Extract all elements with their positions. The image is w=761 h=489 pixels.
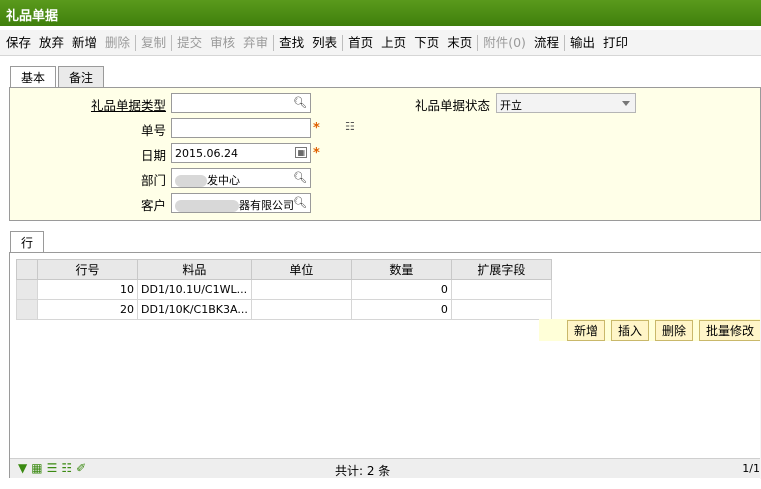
toolbar-button: 删除 <box>105 34 131 50</box>
toolbar-button[interactable]: 上页 <box>377 30 410 56</box>
toolbar-separator <box>563 34 565 51</box>
toolbar-button[interactable]: 查找 <box>275 30 308 56</box>
lines-grid-panel: 行号 料品 单位 数量 扩展字段 10 DD1/10.1U/C1WL... 0 … <box>9 252 761 479</box>
toolbar-separator <box>342 34 344 51</box>
cell-line-no[interactable]: 10 <box>37 279 138 300</box>
row-header-corner <box>16 259 38 280</box>
row-selector[interactable] <box>16 279 38 300</box>
row-selector[interactable] <box>16 299 38 320</box>
export-excel-icon[interactable]: ✐ <box>76 461 86 475</box>
insert-rows-icon[interactable]: ☰ <box>47 461 58 475</box>
toolbar-button: 附件(0) <box>483 34 526 50</box>
record-count: 共计: 2 条 <box>335 464 391 478</box>
cell-line-no[interactable]: 20 <box>37 299 138 320</box>
window-title: 礼品单据 <box>0 0 761 26</box>
cell-ext[interactable] <box>450 299 552 320</box>
numbering-icon[interactable]: ☷ <box>345 120 355 133</box>
add-grid-icon[interactable]: ▦ <box>31 461 42 475</box>
table-row[interactable]: 20 DD1/10K/C1BK3A... 0 <box>16 299 552 320</box>
toolbar: 保存 放弃 新增 删除 复制 提交 审核 弃审 查找 列表 首页 上页 下页 末页 附件(0) 流程 输出 打印 <box>0 30 761 56</box>
required-mark: * <box>313 146 320 161</box>
col-header-ext[interactable]: 扩展字段 <box>450 259 552 280</box>
cell-ext[interactable] <box>450 279 552 300</box>
filter-icon[interactable]: ▼ <box>18 461 27 475</box>
customer-input[interactable]: 器有限公司 🔍︎ <box>171 193 311 213</box>
cell-unit[interactable] <box>250 279 352 300</box>
search-icon[interactable]: 🔍︎ <box>293 96 307 109</box>
lines-tabs: 行 <box>10 231 45 253</box>
dept-label: 部门 <box>140 173 166 188</box>
toolbar-button: 提交 <box>177 34 203 50</box>
col-header-item[interactable]: 料品 <box>137 259 252 280</box>
cell-qty[interactable]: 0 <box>350 299 452 320</box>
delete-rows-icon[interactable]: ☷ <box>61 461 72 475</box>
toolbar-button[interactable]: 首页 <box>344 30 377 56</box>
toolbar-button[interactable]: 末页 <box>443 30 476 56</box>
redacted-text <box>175 200 239 212</box>
toolbar-button[interactable]: 保存 <box>2 30 35 56</box>
chevron-down-icon <box>622 101 630 106</box>
gift-type-label[interactable]: 礼品单据类型 <box>46 95 166 114</box>
status-select[interactable]: 开立 <box>496 93 636 113</box>
col-header-line-no[interactable]: 行号 <box>37 259 138 280</box>
date-label: 日期 <box>140 148 166 163</box>
table-row[interactable]: 10 DD1/10.1U/C1WL... 0 <box>16 279 552 300</box>
form-tabs: 基本 备注 <box>10 66 106 88</box>
lines-table: 行号 料品 单位 数量 扩展字段 10 DD1/10.1U/C1WL... 0 … <box>16 259 552 320</box>
header-form: 礼品单据类型 🔍︎ 礼品单据状态 开立 单号 * ☷ 日期 2015.06.24… <box>9 87 761 221</box>
toolbar-button[interactable]: 输出 <box>566 30 599 56</box>
page-indicator: 1/1 <box>742 462 760 475</box>
tab-lines[interactable]: 行 <box>10 231 45 253</box>
calendar-icon[interactable]: ▦ <box>295 147 307 158</box>
required-mark: * <box>313 121 320 136</box>
tab-basic[interactable]: 基本 <box>10 66 57 88</box>
insert-row-button[interactable]: 插入 <box>611 319 650 341</box>
dept-input[interactable]: 发中心 🔍︎ <box>171 168 311 188</box>
col-header-unit[interactable]: 单位 <box>250 259 352 280</box>
toolbar-button[interactable]: 下页 <box>410 30 443 56</box>
toolbar-button[interactable]: 流程 <box>530 30 563 56</box>
toolbar-button[interactable]: 新增 <box>68 30 101 56</box>
doc-no-input[interactable] <box>171 118 311 138</box>
toolbar-button: 审核 <box>210 34 236 50</box>
redacted-text <box>175 175 207 187</box>
toolbar-button[interactable]: 放弃 <box>35 30 68 56</box>
status-label: 礼品单据状态 <box>414 98 490 113</box>
grid-status-bar: ▼ ▦ ☰ ☷ ✐ 共计: 2 条 1/1 <box>10 458 760 478</box>
tab-remark[interactable]: 备注 <box>58 66 105 87</box>
search-icon[interactable]: 🔍︎ <box>293 171 307 184</box>
date-input[interactable]: 2015.06.24 ▦ <box>171 143 311 163</box>
toolbar-separator <box>477 34 479 51</box>
gift-type-input[interactable]: 🔍︎ <box>171 93 311 113</box>
cell-qty[interactable]: 0 <box>350 279 452 300</box>
toolbar-button: 复制 <box>141 34 167 50</box>
toolbar-button: 弃审 <box>243 34 269 50</box>
toolbar-separator <box>171 34 173 51</box>
toolbar-separator <box>135 34 137 51</box>
doc-no-label: 单号 <box>140 123 166 138</box>
customer-label: 客户 <box>140 198 166 213</box>
add-row-button[interactable]: 新增 <box>567 319 606 341</box>
grid-action-bar: 新增 插入 删除 批量修改 <box>539 319 761 341</box>
cell-item[interactable]: DD1/10.1U/C1WL... <box>137 279 252 300</box>
col-header-qty[interactable]: 数量 <box>350 259 452 280</box>
search-icon[interactable]: 🔍︎ <box>293 196 307 209</box>
batch-edit-button[interactable]: 批量修改 <box>699 319 761 341</box>
cell-unit[interactable] <box>250 299 352 320</box>
delete-row-button[interactable]: 删除 <box>655 319 694 341</box>
toolbar-button[interactable]: 列表 <box>308 30 341 56</box>
cell-item[interactable]: DD1/10K/C1BK3A... <box>137 299 252 320</box>
toolbar-button[interactable]: 打印 <box>599 30 632 56</box>
toolbar-separator <box>273 34 275 51</box>
